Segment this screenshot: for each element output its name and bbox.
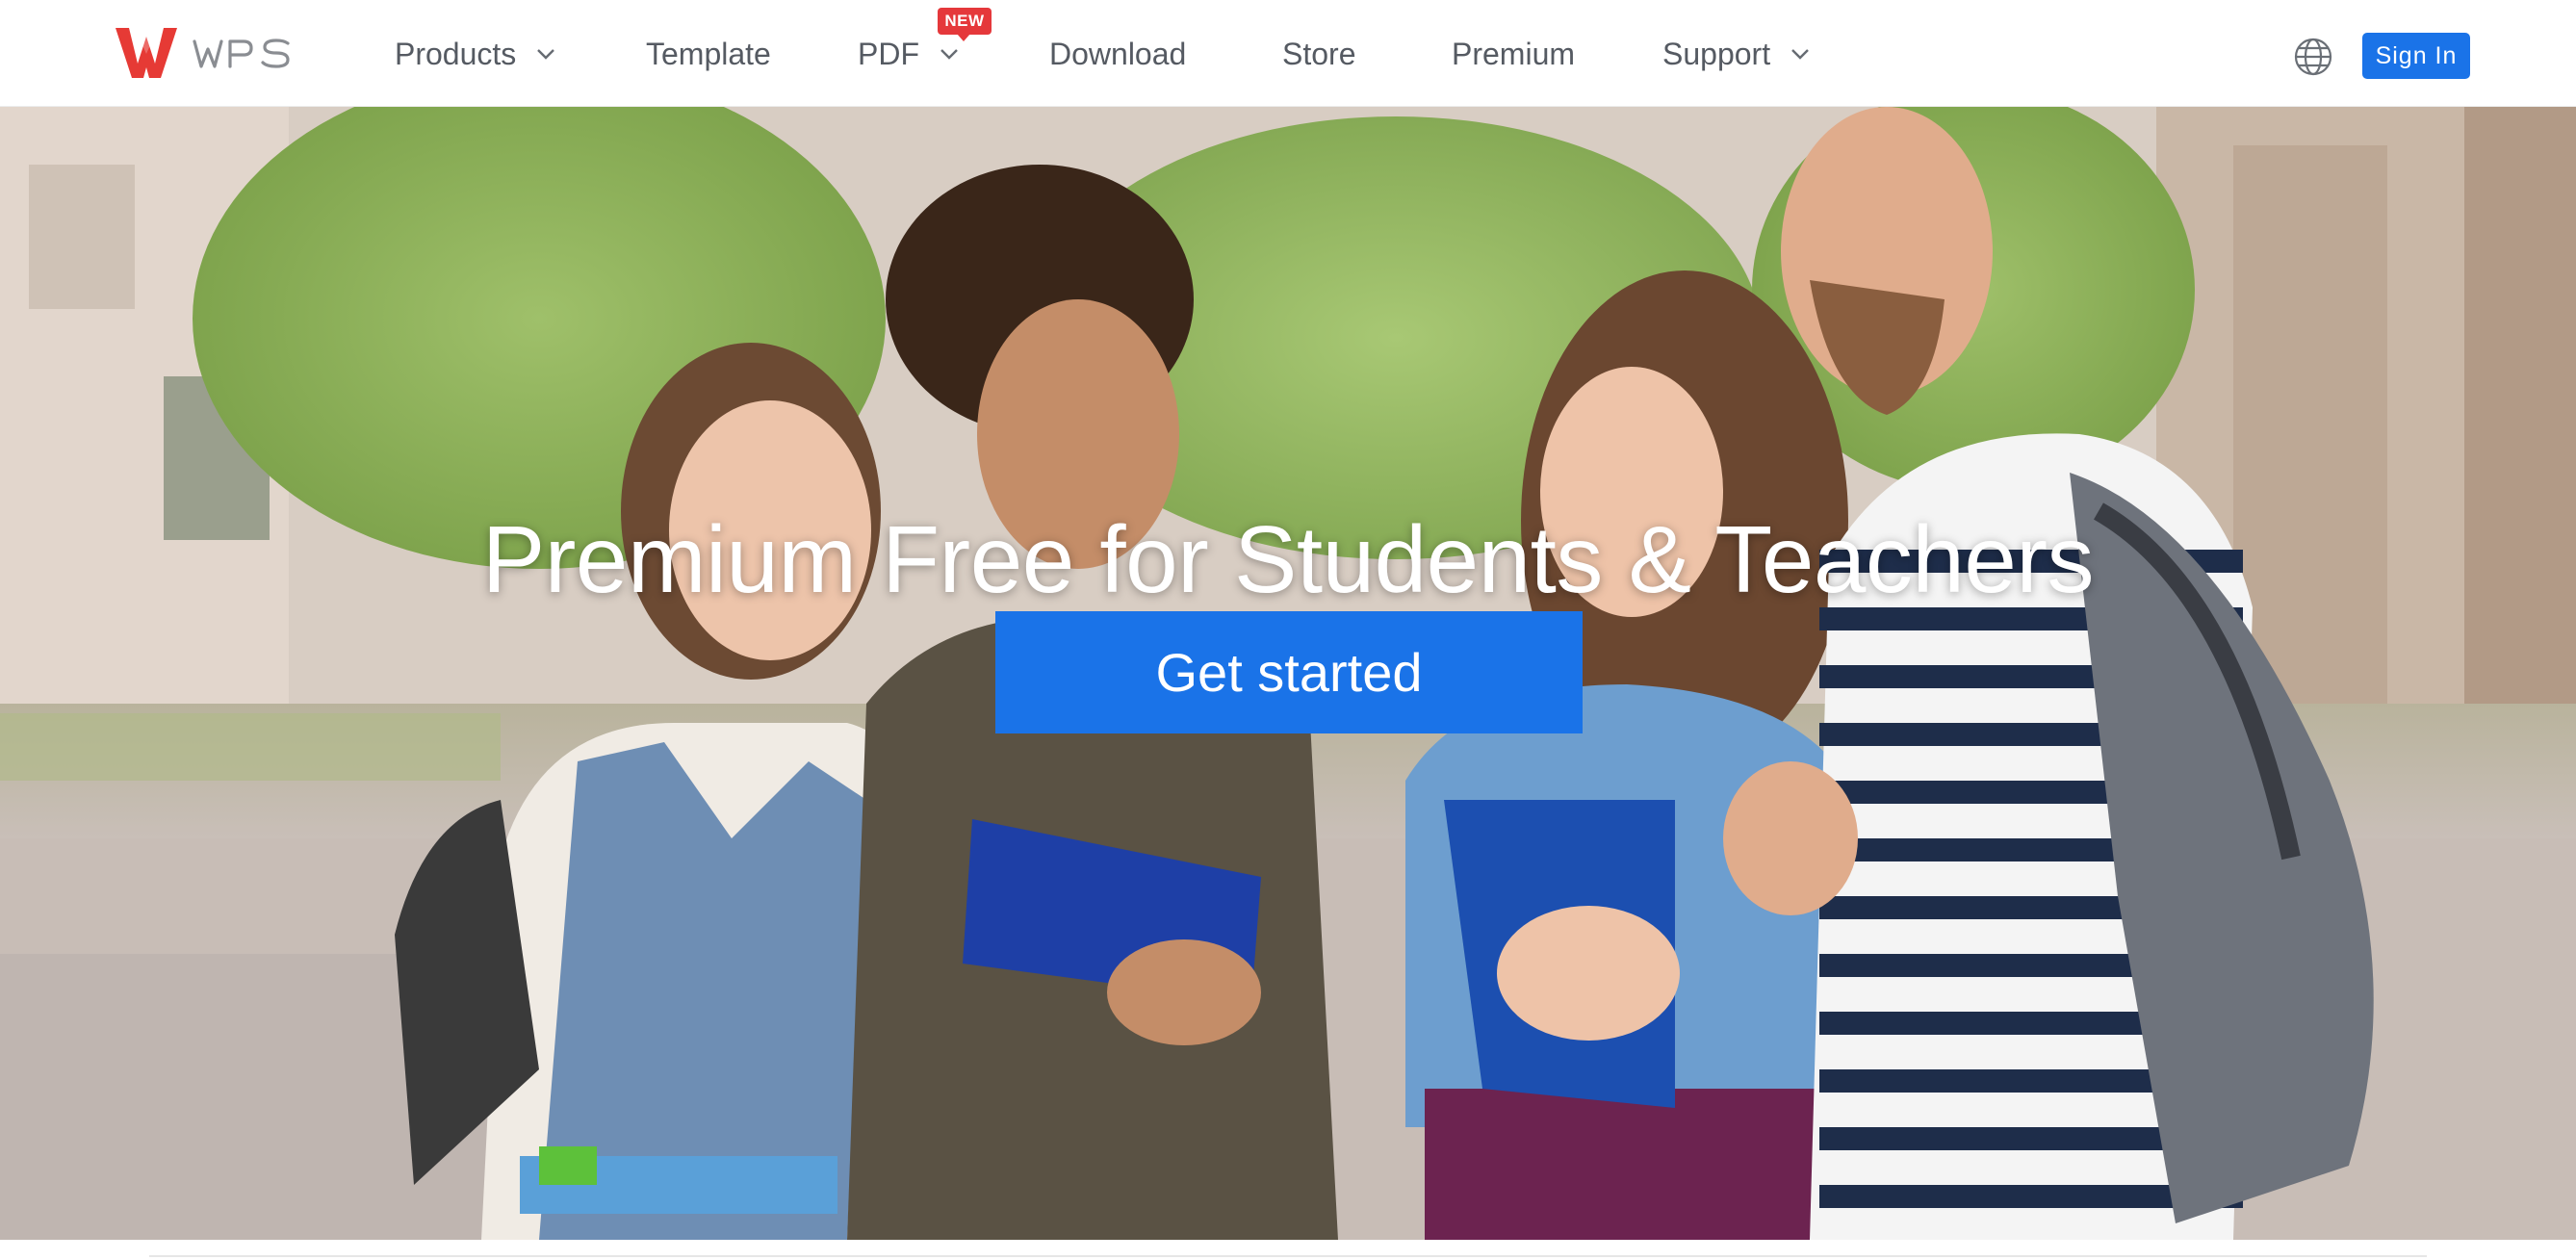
nav-products[interactable]: Products [395,35,556,73]
nav-pdf-label: PDF [858,36,919,71]
nav-pdf[interactable]: PDF [858,35,960,73]
nav-premium[interactable]: Premium [1452,35,1575,73]
chevron-down-icon [537,49,555,60]
wps-logo-icon [116,28,177,78]
nav-support-label: Support [1662,36,1771,71]
chevron-down-icon [940,49,958,60]
sign-in-button[interactable]: Sign In [2362,33,2470,79]
chevron-down-icon [1791,49,1809,60]
nav-template-label: Template [646,36,771,71]
nav-support[interactable]: Support [1662,35,1811,73]
nav-premium-label: Premium [1452,36,1576,71]
hero-banner: Premium Free for Students & Teachers Get… [0,107,2576,1240]
new-badge: NEW [938,8,992,41]
nav-download-label: Download [1049,36,1187,71]
hero-title: Premium Free for Students & Teachers [481,506,2095,612]
top-navigation-bar: Products Template PDF NEW Download Store… [0,0,2576,107]
wps-wordmark [193,39,290,68]
nav-store-label: Store [1282,36,1356,71]
globe-icon[interactable] [2293,37,2333,77]
nav-download[interactable]: Download [1049,35,1186,73]
nav-template[interactable]: Template [646,35,771,73]
nav-store[interactable]: Store [1282,35,1355,73]
nav-products-label: Products [395,36,517,71]
wps-logo[interactable] [113,25,296,81]
section-divider [149,1255,2427,1257]
get-started-button[interactable]: Get started [995,611,1583,733]
